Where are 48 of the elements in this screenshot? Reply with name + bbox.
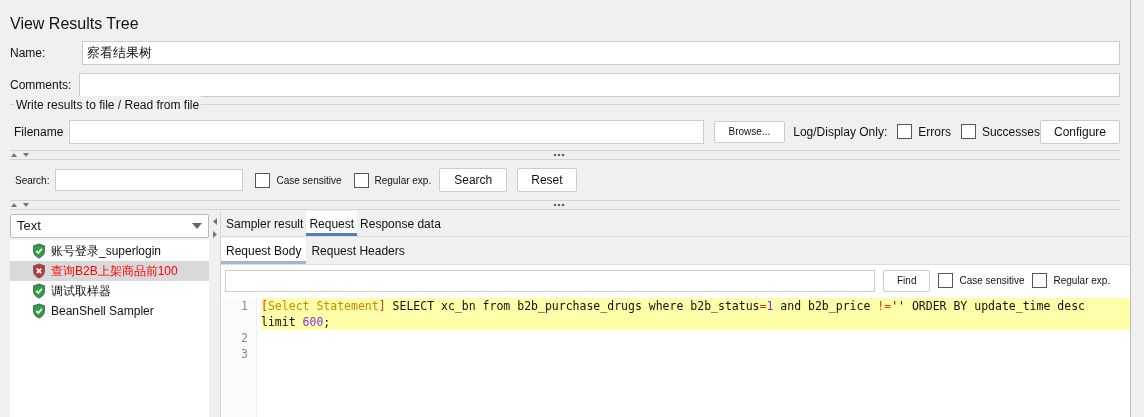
checkbox-label: Case sensitive	[959, 274, 1025, 288]
find-button[interactable]: Find	[883, 269, 931, 292]
line-number: 1	[241, 299, 248, 313]
reset-button[interactable]: Reset	[517, 168, 577, 192]
comments-field[interactable]	[79, 73, 1120, 97]
split-arrows-icon[interactable]	[211, 217, 218, 239]
collapse-arrows-icon[interactable]	[10, 202, 32, 208]
code-line: [Select Statement] SELECT xc_bn from b2b_purchase_drugs where b2b_status=1 and b2b_price !='' ORDER BY update_time desc limit 600;	[261, 298, 1086, 330]
filename-field[interactable]	[68, 119, 704, 144]
checkbox-label: Successes	[981, 123, 1040, 141]
find-field[interactable]	[225, 269, 875, 292]
field-label: Comments:	[10, 77, 73, 94]
search-button[interactable]: Search	[439, 168, 508, 192]
browse-button[interactable]: Browse...	[713, 120, 786, 143]
renderer-dropdown[interactable]: Text	[10, 214, 209, 238]
checkbox-label: Regular exp.	[1053, 274, 1111, 288]
request-subtab[interactable]: Request Body	[221, 238, 307, 264]
line-number: 2	[241, 331, 248, 345]
field-label: Name:	[10, 45, 47, 62]
checkbox[interactable]	[897, 124, 913, 139]
field-label: Filename	[14, 123, 65, 141]
checkbox[interactable]	[938, 273, 954, 288]
configure-button[interactable]: Configure	[1039, 119, 1120, 144]
checkbox-label: Errors	[918, 123, 951, 141]
request-subtab[interactable]: Request Headers	[306, 238, 410, 264]
checkbox[interactable]	[255, 172, 271, 188]
drag-handle-icon[interactable]	[553, 203, 565, 207]
tree-item[interactable]: 账号登录_superlogin	[10, 241, 209, 261]
tree-item[interactable]: BeanShell Sampler	[10, 301, 209, 321]
checkbox[interactable]	[353, 172, 369, 188]
search-field[interactable]	[55, 169, 244, 191]
checkbox[interactable]	[1032, 273, 1048, 288]
log-label: Log/Display Only:	[793, 123, 888, 141]
search-label: Search:	[15, 173, 50, 188]
line-number: 3	[241, 347, 248, 361]
result-tab[interactable]: Request	[306, 211, 358, 236]
result-tab[interactable]: Sampler result	[223, 211, 307, 236]
checkbox-label: Case sensitive	[276, 173, 342, 188]
dropdown-caret-icon	[192, 223, 202, 229]
drag-handle-icon[interactable]	[553, 153, 565, 157]
name-field[interactable]: 察看结果树	[82, 41, 1120, 65]
checkbox[interactable]	[960, 124, 976, 139]
code-editor[interactable]: 1 2 3 [Select Statement] SELECT xc_bn from b2b_purchase_drugs where b2b_status=1 and b2b_price !='' ORDER BY update_time desc limit 600;	[221, 296, 1130, 417]
checkbox-label: Regular exp.	[374, 173, 432, 188]
result-tab[interactable]: Response data	[357, 211, 444, 236]
panel-title: View Results Tree	[9, 14, 140, 34]
tree-item[interactable]: 调试取样器	[10, 281, 209, 301]
collapse-arrows-icon[interactable]	[10, 152, 32, 158]
